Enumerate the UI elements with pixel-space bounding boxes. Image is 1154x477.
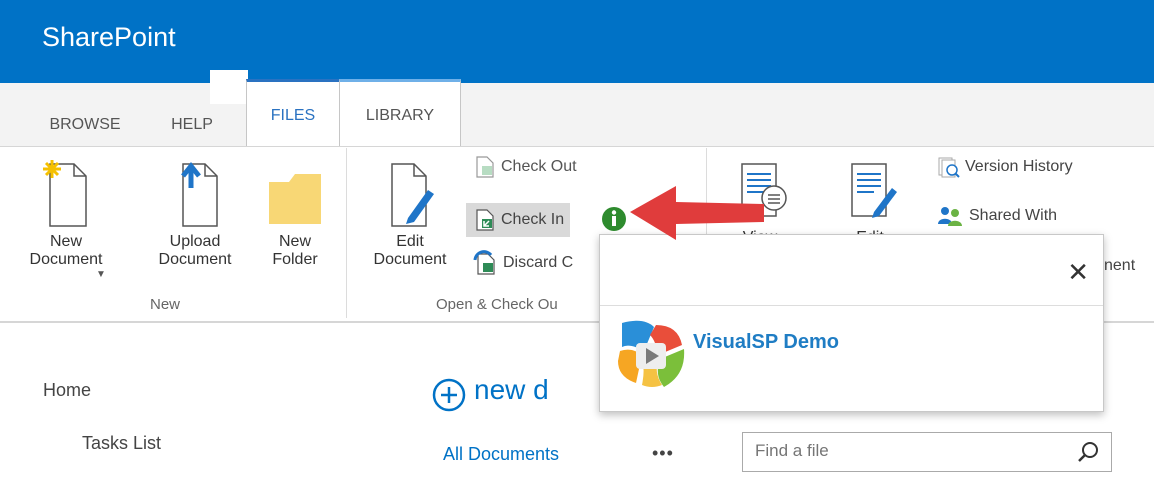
search-icon[interactable] xyxy=(1077,440,1101,464)
ribbon-separator xyxy=(346,148,347,318)
edit-document-label: Edit Document xyxy=(373,233,447,268)
check-out-label: Check Out xyxy=(501,158,577,175)
discard-check-out-button[interactable]: Discard C xyxy=(473,250,573,276)
new-document-icon xyxy=(43,160,87,227)
annotation-arrow xyxy=(630,186,764,240)
info-icon[interactable] xyxy=(601,206,627,232)
chevron-down-icon: ▼ xyxy=(96,269,106,280)
find-file-box xyxy=(742,432,1112,472)
check-out-icon xyxy=(476,156,494,178)
group-label-new: New xyxy=(150,296,181,313)
tab-browse[interactable]: BROWSE xyxy=(40,103,130,147)
version-history-button[interactable]: Version History xyxy=(937,154,1073,180)
folder-icon xyxy=(269,174,321,224)
check-in-icon xyxy=(476,209,494,231)
shared-with-icon xyxy=(938,206,962,226)
check-in-label: Check In xyxy=(501,211,565,228)
edit-document-button[interactable]: Edit Document xyxy=(360,158,460,269)
brand-title[interactable]: SharePoint xyxy=(42,22,176,53)
nav-home[interactable]: Home xyxy=(43,380,91,401)
shared-with-label: Shared With xyxy=(969,207,1058,224)
upload-document-label: Upload Document xyxy=(158,233,232,268)
callout-popup: ✕ VisualSP Demo xyxy=(599,234,1104,412)
tab-files[interactable]: FILES xyxy=(246,79,340,149)
new-folder-button[interactable]: New Folder xyxy=(255,158,335,269)
upload-document-button[interactable]: Upload Document xyxy=(150,158,240,269)
visualsp-logo-icon xyxy=(618,320,685,387)
new-document-button[interactable]: New Document ▼ xyxy=(16,158,116,280)
group-label-open-check-out: Open & Check Ou xyxy=(436,296,558,313)
manage-partial-label: nent xyxy=(1104,257,1136,274)
tab-help[interactable]: HELP xyxy=(162,103,222,147)
more-options-button[interactable]: ••• xyxy=(652,443,674,464)
check-out-button[interactable]: Check Out xyxy=(473,154,577,180)
check-in-button[interactable]: Check In xyxy=(466,203,571,237)
version-history-icon xyxy=(938,157,960,178)
upload-document-icon xyxy=(181,161,218,227)
plus-circle-icon[interactable] xyxy=(432,378,466,412)
nav-tasks-list[interactable]: Tasks List xyxy=(82,433,161,454)
edit-properties-icon xyxy=(851,163,897,218)
discard-check-out-icon xyxy=(473,250,495,275)
callout-divider xyxy=(600,305,1103,306)
shared-with-button[interactable]: Shared With xyxy=(937,203,1057,229)
callout-title[interactable]: VisualSP Demo xyxy=(693,331,839,354)
find-file-input[interactable] xyxy=(743,433,1067,469)
new-folder-label: New Folder xyxy=(272,233,318,268)
tab-library[interactable]: LIBRARY xyxy=(339,79,461,149)
discard-check-out-label: Discard C xyxy=(503,254,574,272)
new-document-label: New Document xyxy=(29,233,103,268)
edit-document-icon xyxy=(391,163,434,227)
close-icon[interactable]: ✕ xyxy=(1067,257,1089,288)
view-all-documents[interactable]: All Documents xyxy=(443,444,559,465)
new-document-link[interactable]: new d xyxy=(474,374,549,406)
version-history-label: Version History xyxy=(965,158,1073,175)
tab-row-gap xyxy=(210,70,248,104)
